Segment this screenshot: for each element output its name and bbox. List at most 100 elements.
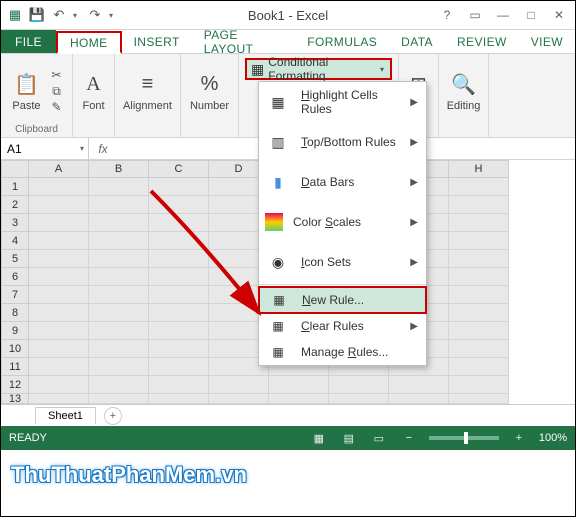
cell[interactable] <box>209 394 269 404</box>
cell[interactable] <box>449 358 509 376</box>
tab-page-layout[interactable]: PAGE LAYOUT <box>192 30 296 53</box>
cell[interactable] <box>449 178 509 196</box>
cell[interactable] <box>29 358 89 376</box>
font-button[interactable]: AFont <box>76 68 112 114</box>
cell[interactable] <box>89 358 149 376</box>
conditional-formatting-button[interactable]: ▦ Conditional Formatting ▾ <box>245 58 392 80</box>
cell[interactable] <box>449 250 509 268</box>
row-header[interactable]: 2 <box>1 196 29 214</box>
menu-icon-sets[interactable]: ◉ Icon Sets ▶ <box>259 242 426 282</box>
cell[interactable] <box>149 304 209 322</box>
cell[interactable] <box>449 322 509 340</box>
cell[interactable] <box>29 250 89 268</box>
qat-customize-icon[interactable]: ▾ <box>109 11 117 20</box>
cell[interactable] <box>29 214 89 232</box>
row-header[interactable]: 1 <box>1 178 29 196</box>
cell[interactable] <box>269 376 329 394</box>
copy-icon[interactable]: ⧉ <box>49 84 65 98</box>
cell[interactable] <box>89 304 149 322</box>
tab-data[interactable]: DATA <box>389 30 445 53</box>
cell[interactable] <box>149 322 209 340</box>
cell[interactable] <box>329 376 389 394</box>
cell[interactable] <box>149 232 209 250</box>
row-header[interactable]: 13 <box>1 394 29 404</box>
view-normal-icon[interactable]: ▦ <box>309 432 329 445</box>
minimize-button[interactable]: — <box>491 6 515 24</box>
cell[interactable] <box>449 232 509 250</box>
editing-button[interactable]: 🔍Editing <box>443 68 485 114</box>
cell[interactable] <box>449 214 509 232</box>
row-header[interactable]: 8 <box>1 304 29 322</box>
view-page-break-icon[interactable]: ▭ <box>369 432 389 445</box>
cell[interactable] <box>29 286 89 304</box>
tab-file[interactable]: FILE <box>1 30 56 53</box>
row-header[interactable]: 9 <box>1 322 29 340</box>
menu-data-bars[interactable]: ▮ Data Bars ▶ <box>259 162 426 202</box>
row-header[interactable]: 12 <box>1 376 29 394</box>
cell[interactable] <box>149 286 209 304</box>
col-header[interactable]: A <box>29 160 89 178</box>
cell[interactable] <box>149 214 209 232</box>
close-button[interactable]: ✕ <box>547 6 571 24</box>
tab-formulas[interactable]: FORMULAS <box>295 30 389 53</box>
cell[interactable] <box>149 196 209 214</box>
cell[interactable] <box>149 250 209 268</box>
tab-view[interactable]: VIEW <box>519 30 575 53</box>
cell[interactable] <box>389 376 449 394</box>
row-header[interactable]: 6 <box>1 268 29 286</box>
select-all-corner[interactable] <box>1 160 29 178</box>
cell[interactable] <box>269 394 329 404</box>
cell[interactable] <box>449 196 509 214</box>
cell[interactable] <box>29 322 89 340</box>
cell[interactable] <box>449 376 509 394</box>
maximize-button[interactable]: □ <box>519 6 543 24</box>
cell[interactable] <box>89 394 149 404</box>
col-header[interactable]: C <box>149 160 209 178</box>
menu-color-scales[interactable]: Color Scales ▶ <box>259 202 426 242</box>
cell[interactable] <box>29 304 89 322</box>
cell[interactable] <box>89 232 149 250</box>
cell[interactable] <box>389 394 449 404</box>
cell[interactable] <box>449 268 509 286</box>
tab-home[interactable]: HOME <box>56 31 122 54</box>
fx-icon[interactable]: fx <box>89 142 117 156</box>
cell[interactable] <box>449 286 509 304</box>
cut-icon[interactable]: ✂ <box>49 68 65 82</box>
cell[interactable] <box>89 178 149 196</box>
cell[interactable] <box>89 250 149 268</box>
row-header[interactable]: 5 <box>1 250 29 268</box>
paste-button[interactable]: 📋 Paste <box>8 68 44 114</box>
tab-review[interactable]: REVIEW <box>445 30 519 53</box>
zoom-level[interactable]: 100% <box>539 432 567 444</box>
menu-manage-rules[interactable]: ▦ Manage Rules... <box>259 339 426 365</box>
cell[interactable] <box>29 394 89 404</box>
cell[interactable] <box>29 232 89 250</box>
cell[interactable] <box>329 394 389 404</box>
cell[interactable] <box>89 214 149 232</box>
col-header[interactable]: H <box>449 160 509 178</box>
cell[interactable] <box>149 358 209 376</box>
cell[interactable] <box>89 322 149 340</box>
cell[interactable] <box>89 268 149 286</box>
cell[interactable] <box>449 394 509 404</box>
row-header[interactable]: 11 <box>1 358 29 376</box>
tab-insert[interactable]: INSERT <box>122 30 192 53</box>
number-button[interactable]: %Number <box>186 68 233 114</box>
redo-icon[interactable]: ↷ <box>87 7 103 23</box>
cell[interactable] <box>29 340 89 358</box>
cell[interactable] <box>209 376 269 394</box>
zoom-in-button[interactable]: + <box>509 432 529 444</box>
save-icon[interactable]: 💾 <box>29 7 45 23</box>
cell[interactable] <box>89 196 149 214</box>
cell[interactable] <box>29 196 89 214</box>
cell[interactable] <box>149 376 209 394</box>
row-header[interactable]: 3 <box>1 214 29 232</box>
zoom-out-button[interactable]: − <box>399 432 419 444</box>
menu-new-rule[interactable]: ▦ New Rule... <box>258 286 427 314</box>
sheet-tab[interactable]: Sheet1 <box>35 407 96 424</box>
cell[interactable] <box>89 340 149 358</box>
row-header[interactable]: 7 <box>1 286 29 304</box>
alignment-button[interactable]: ≡Alignment <box>119 68 176 114</box>
ribbon-display-button[interactable]: ▭ <box>463 6 487 24</box>
cell[interactable] <box>29 376 89 394</box>
